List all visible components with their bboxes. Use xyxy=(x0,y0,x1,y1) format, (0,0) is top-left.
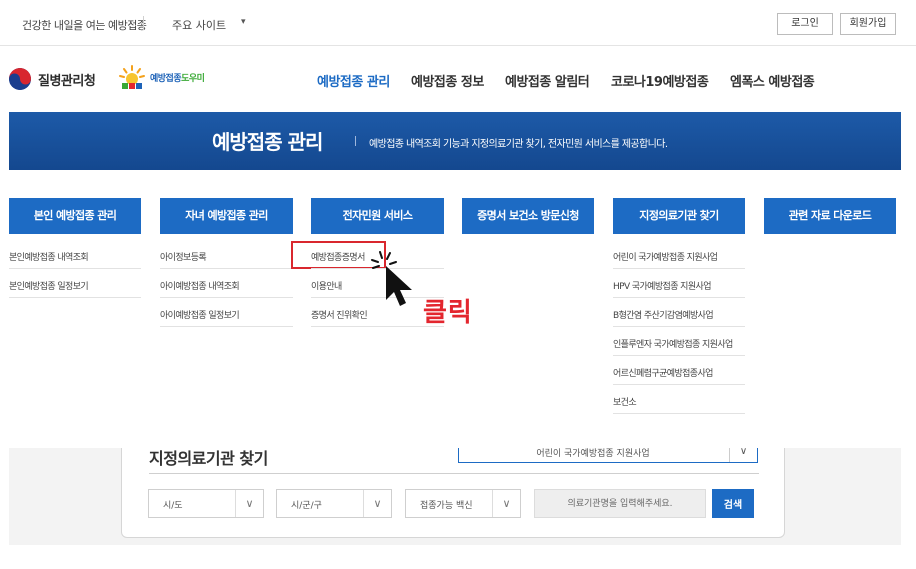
gnb-vaccination-info[interactable]: 예방접종 정보 xyxy=(411,71,484,90)
divider xyxy=(9,297,141,298)
kdca-logo[interactable]: 질병관리청 xyxy=(9,68,96,90)
login-button[interactable]: 로그인 xyxy=(777,13,833,35)
divider xyxy=(613,268,745,269)
gnb-vaccination-notice[interactable]: 예방접종 알림터 xyxy=(505,71,590,90)
menu-item-certificate-verify[interactable]: 증명서 진위확인 xyxy=(311,308,368,321)
sido-select-value: 시/도 xyxy=(163,501,183,511)
menu-item-hepatitis-b-program[interactable]: B형간염 주산기감염예방사업 xyxy=(613,308,714,321)
menu-item-child-schedule[interactable]: 아이예방접종 일정보기 xyxy=(160,308,240,321)
menu-head-find-clinic[interactable]: 지정의료기관 찾기 xyxy=(613,198,745,234)
clinic-name-input[interactable] xyxy=(534,489,706,518)
sigungu-select-value: 시/군/구 xyxy=(291,501,322,511)
click-annotation: 클릭 xyxy=(423,298,473,328)
menu-head-certificate-visit[interactable]: 증명서 보건소 방문신청 xyxy=(462,198,594,234)
mouse-pointer-icon xyxy=(371,251,412,306)
top-utility-bar: 건강한 내일을 여는 예방접종 주요 사이트 ▾ 로그인 회원가입 xyxy=(0,0,916,46)
vaccine-select-value: 접종가능 백신 xyxy=(420,501,473,511)
menu-item-child-national-program[interactable]: 어린이 국가예방접종 지원사업 xyxy=(613,250,718,263)
chevron-down-icon[interactable]: ∨ xyxy=(363,490,391,517)
chevron-down-icon[interactable]: ▾ xyxy=(241,17,246,27)
major-sites-dropdown[interactable]: 주요 사이트 xyxy=(172,17,226,33)
menu-head-e-civil-service[interactable]: 전자민원 서비스 xyxy=(311,198,444,234)
menu-item-health-center[interactable]: 보건소 xyxy=(613,395,637,408)
sigungu-select[interactable]: 시/군/구 ∨ xyxy=(276,489,392,518)
chevron-down-icon[interactable]: ∨ xyxy=(235,490,263,517)
page: 건강한 내일을 여는 예방접종 주요 사이트 ▾ 로그인 회원가입 질병관리청 xyxy=(0,0,916,569)
taegeuk-icon xyxy=(9,68,31,90)
menu-item-influenza-program[interactable]: 인플루엔자 국가예방접종 지원사업 xyxy=(613,337,733,350)
menu-item-vaccination-certificate[interactable]: 예방접종증명서 xyxy=(311,250,365,263)
section-banner: 예방접종 관리 예방접종 내역조회 기능과 지정의료기관 찾기, 전자민원 서비… xyxy=(9,112,901,170)
banner-divider xyxy=(355,136,356,146)
taegeuk-icon-svg xyxy=(9,68,31,90)
menu-head-child-vaccination[interactable]: 자녀 예방접종 관리 xyxy=(160,198,293,234)
gnb-mpox-vaccination[interactable]: 엠폭스 예방접종 xyxy=(730,71,815,90)
divider xyxy=(613,384,745,385)
divider xyxy=(160,326,293,327)
divider xyxy=(143,16,144,30)
helper-name: 예방접종도우미 xyxy=(150,71,205,84)
menu-head-self-vaccination[interactable]: 본인 예방접종 관리 xyxy=(9,198,141,234)
banner-title: 예방접종 관리 xyxy=(212,130,323,154)
site-header: 질병관리청 예방접종도우미 예방접종 관리 예방접종 정보 예방접종 알림터 코… xyxy=(0,46,916,112)
divider xyxy=(160,268,293,269)
helper-name-a: 예방접종 xyxy=(150,73,182,84)
menu-item-pneumococcal-program[interactable]: 어르신폐렴구균예방접종사업 xyxy=(613,366,713,379)
banner-description: 예방접종 내역조회 기능과 지정의료기관 찾기, 전자민원 서비스를 제공합니다… xyxy=(369,139,668,150)
divider xyxy=(9,268,141,269)
menu-item-usage-guide[interactable]: 이용안내 xyxy=(311,279,342,292)
menu-head-downloads[interactable]: 관련 자료 다운로드 xyxy=(764,198,896,234)
chevron-down-icon[interactable]: ∨ xyxy=(492,490,520,517)
menu-item-self-history[interactable]: 본인예방접종 내역조회 xyxy=(9,250,89,263)
menu-item-hpv-program[interactable]: HPV 국가예방접종 지원사업 xyxy=(613,279,711,292)
divider xyxy=(160,297,293,298)
signup-button[interactable]: 회원가입 xyxy=(840,13,896,35)
sun-mascot-icon xyxy=(119,65,145,89)
helper-name-b: 도우미 xyxy=(181,73,205,84)
sido-select[interactable]: 시/도 ∨ xyxy=(148,489,264,518)
gnb-covid19-vaccination[interactable]: 코로나19예방접종 xyxy=(611,71,709,90)
search-button[interactable]: 검색 xyxy=(712,489,754,518)
divider xyxy=(149,473,759,474)
gnb-vaccination-management[interactable]: 예방접종 관리 xyxy=(317,71,390,90)
slogan-text: 건강한 내일을 여는 예방접종 xyxy=(22,19,147,32)
search-title: 지정의료기관 찾기 xyxy=(149,449,268,468)
menu-item-self-schedule[interactable]: 본인예방접종 일정보기 xyxy=(9,279,89,292)
divider xyxy=(613,326,745,327)
vaccine-select[interactable]: 접종가능 백신 ∨ xyxy=(405,489,521,518)
vaccination-helper-logo[interactable]: 예방접종도우미 xyxy=(118,64,205,90)
divider xyxy=(613,355,745,356)
divider xyxy=(613,413,745,414)
menu-item-child-history[interactable]: 아이예방접종 내역조회 xyxy=(160,279,240,292)
agency-name: 질병관리청 xyxy=(38,73,96,89)
menu-item-child-register[interactable]: 아이정보등록 xyxy=(160,250,207,263)
divider xyxy=(613,297,745,298)
